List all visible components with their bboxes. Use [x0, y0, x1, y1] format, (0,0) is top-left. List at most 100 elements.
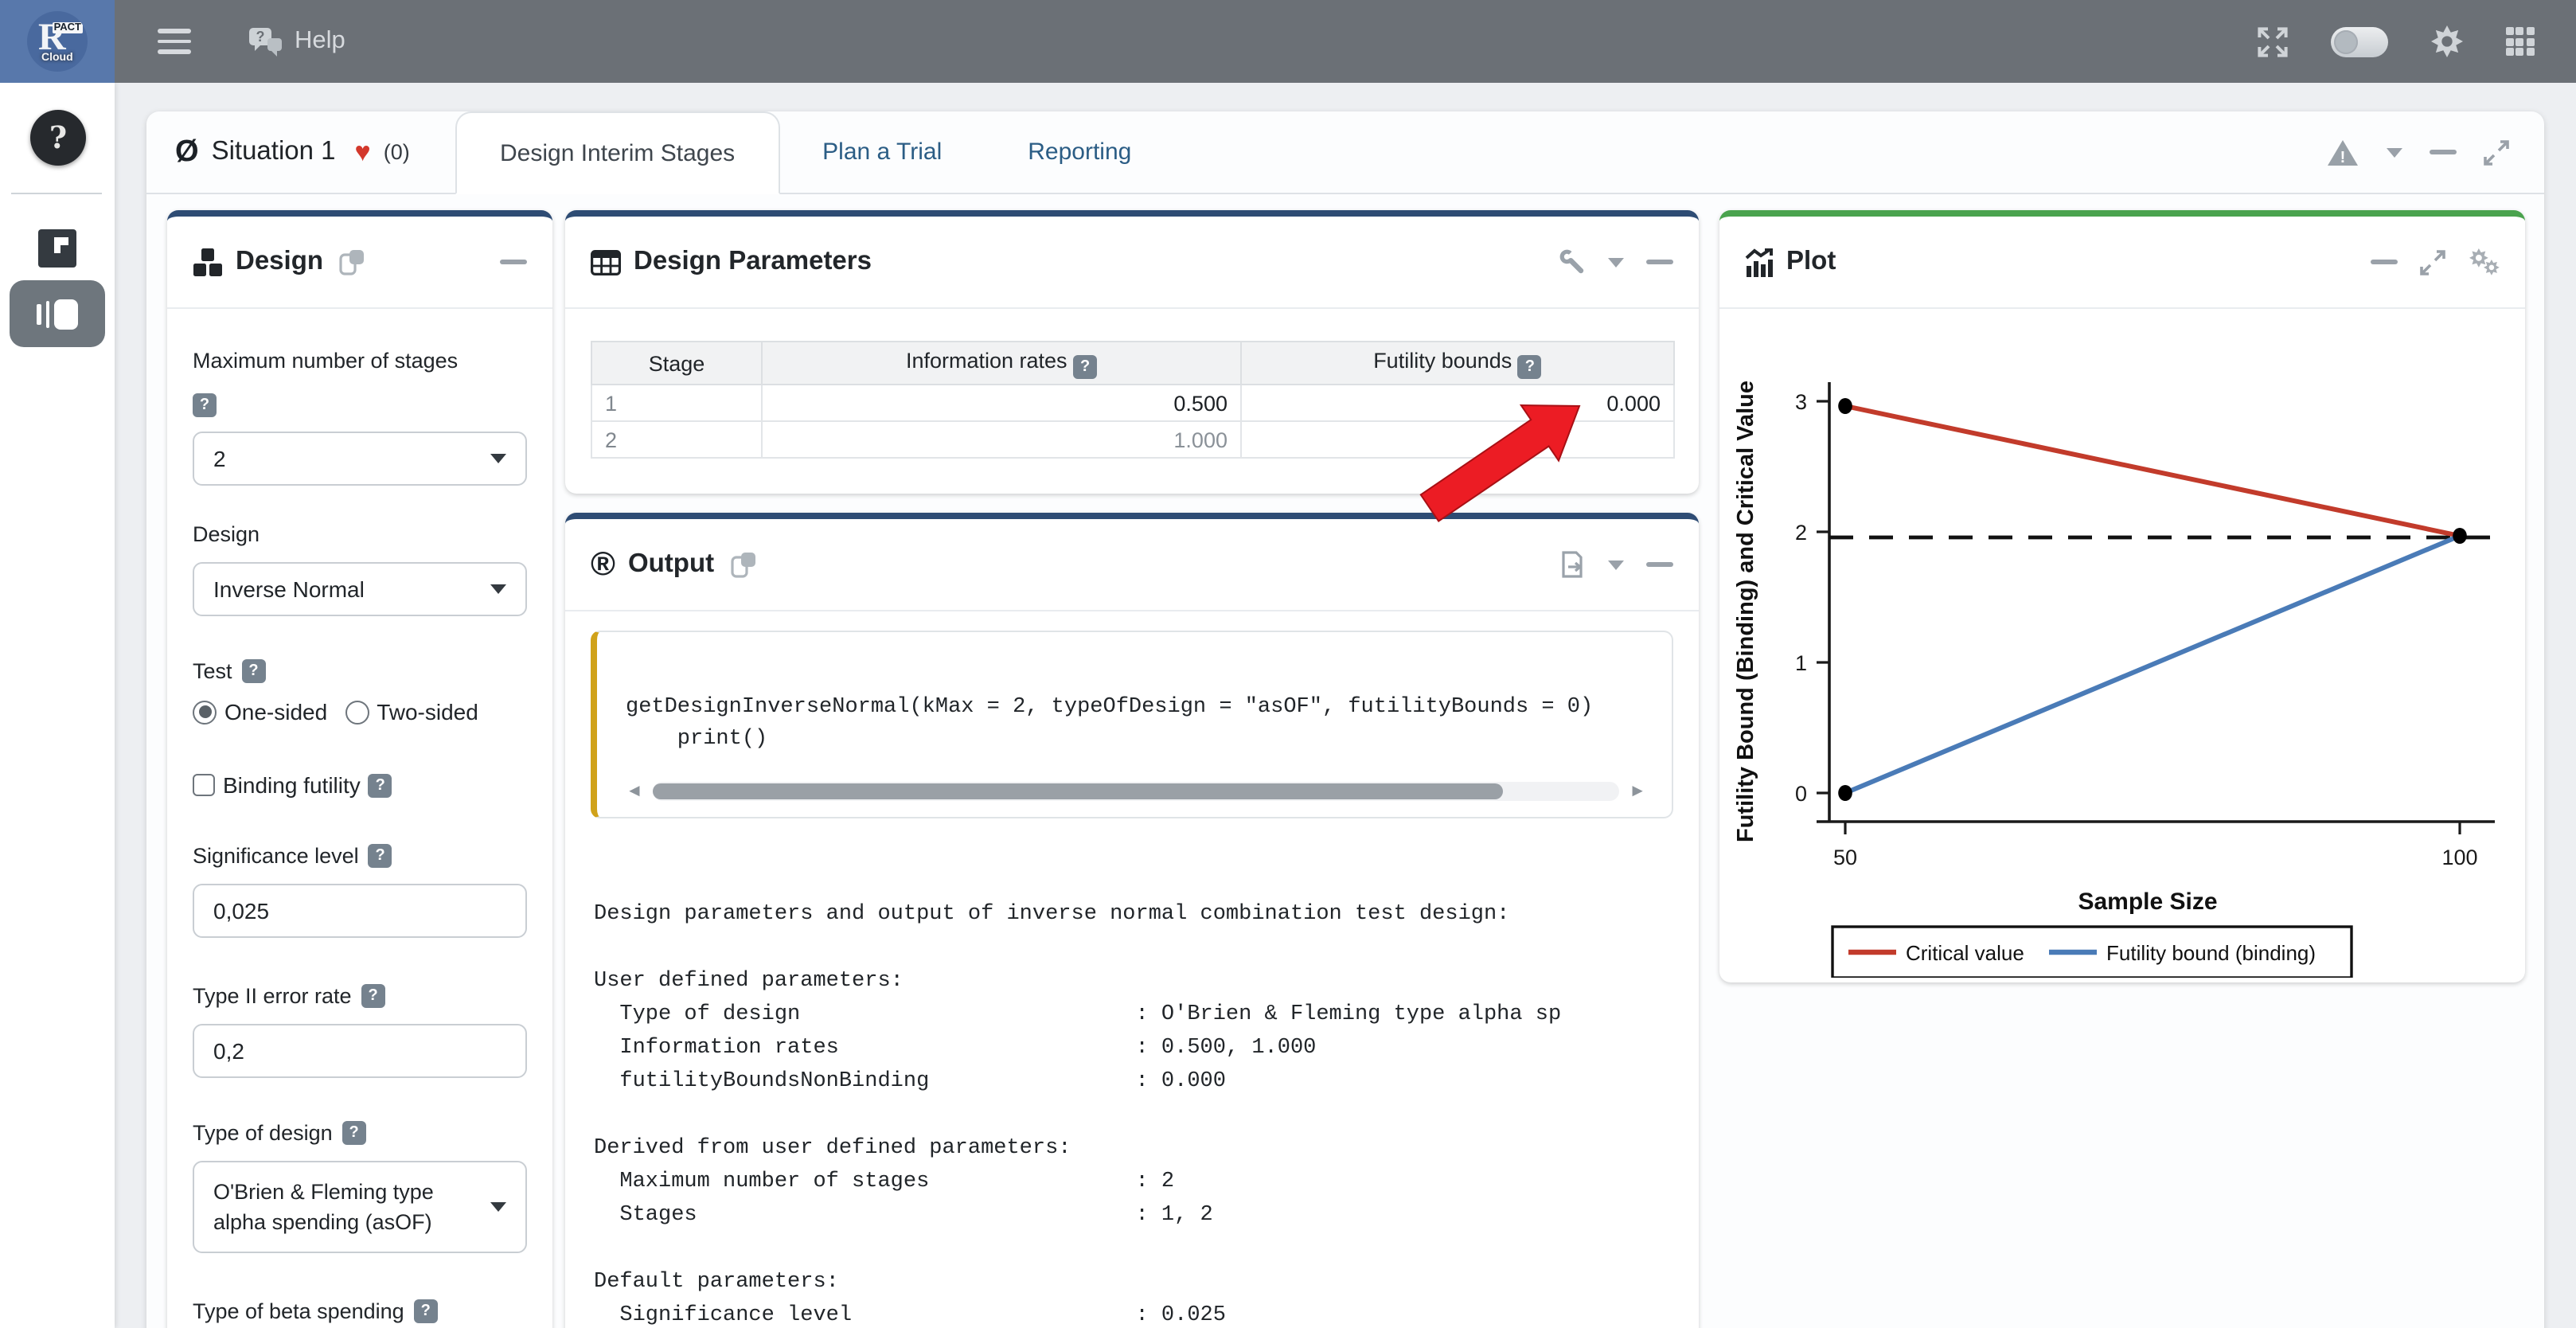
output-card: ® Output [565, 513, 1699, 1328]
plot-card-title: Plot [1786, 247, 1836, 277]
settings-gear-icon[interactable] [2431, 25, 2463, 57]
plot-card-body: Futility Bound (Binding) and Critical Va… [1719, 309, 2525, 986]
collapse-output-button[interactable] [1646, 563, 1673, 567]
chart-legend: Critical value Futility bound (binding) [1832, 927, 2352, 978]
tab-label: Design Interim Stages [500, 139, 735, 166]
scroll-right-icon[interactable]: ► [1629, 782, 1646, 801]
axes-lines [1817, 382, 2495, 822]
y-tick-label: 2 [1795, 521, 1807, 545]
wrench-icon[interactable] [1559, 248, 1586, 275]
design-type-value: Inverse Normal [213, 576, 365, 602]
collapse-panel-button[interactable] [2430, 150, 2457, 154]
tab-plan-a-trial[interactable]: Plan a Trial [779, 111, 985, 193]
copy-icon[interactable] [339, 248, 366, 275]
chart-icon [1745, 248, 1774, 276]
warning-dropdown-caret-icon[interactable] [2387, 147, 2402, 157]
max-stages-help-icon[interactable]: ? [193, 393, 217, 417]
sidebar-item-situations[interactable] [38, 229, 76, 268]
information-rate-cell[interactable]: 0.500 [762, 385, 1241, 421]
x-axis-label: Sample Size [2078, 889, 2217, 915]
binding-futility-checkbox[interactable] [193, 774, 215, 796]
output-text: Design parameters and output of inverse … [594, 898, 1673, 1328]
scroll-left-icon[interactable]: ◄ [626, 782, 643, 801]
design-type-label: Design [193, 521, 527, 548]
critical-value-line [1845, 406, 2460, 536]
topbar-actions [2258, 25, 2576, 57]
futility-bounds-help-icon[interactable]: ? [1518, 354, 1542, 378]
type2-error-label: Type II error rate ? [193, 982, 527, 1010]
collapse-design-button[interactable] [500, 260, 527, 264]
favorite-heart-icon[interactable]: ♥ [355, 136, 371, 168]
scrollbar-thumb[interactable] [653, 783, 1504, 799]
information-rate-cell[interactable]: 1.000 [762, 421, 1241, 458]
collapse-design-parameters-button[interactable] [1646, 260, 1673, 264]
sidebar-item-active-view[interactable] [10, 280, 105, 347]
logo-pact-text: PACT [53, 22, 83, 33]
binding-futility-row: Binding futility ? [193, 772, 527, 798]
tab-reporting[interactable]: Reporting [985, 111, 1174, 193]
situation-panel: Ø Situation 1 ♥ (0) Design Interim Stage… [146, 111, 2544, 1328]
one-sided-radio[interactable] [193, 700, 217, 724]
max-stages-select[interactable]: 2 [193, 432, 527, 486]
scrollbar-track[interactable] [653, 782, 1619, 801]
plot-settings-gears-icon[interactable] [2468, 248, 2500, 276]
cubes-icon [193, 248, 223, 276]
type-of-design-select[interactable]: O'Brien & Fleming type alpha spending (a… [193, 1161, 527, 1253]
situation-tabbar: Ø Situation 1 ♥ (0) Design Interim Stage… [146, 111, 2544, 194]
tab-design-interim-stages[interactable]: Design Interim Stages [455, 111, 779, 194]
tab-label: Reporting [1028, 139, 1131, 166]
significance-help-icon[interactable]: ? [369, 844, 392, 868]
y-tick-label: 1 [1795, 651, 1807, 675]
hamburger-menu-icon[interactable] [158, 23, 191, 61]
r-logo-icon: ® [591, 550, 615, 579]
type2-error-input[interactable]: 0,2 [193, 1024, 527, 1078]
boundaries-chart[interactable]: Futility Bound (Binding) and Critical Va… [1731, 312, 2514, 978]
export-icon[interactable] [1560, 551, 1586, 578]
collapse-plot-button[interactable] [2371, 260, 2398, 264]
panel-icon-square [54, 299, 78, 329]
fullscreen-icon[interactable] [2258, 26, 2288, 57]
beta-spending-label: Type of beta spending ? [193, 1298, 527, 1325]
red-annotation-arrow [1404, 384, 1602, 535]
y-tick-label: 3 [1795, 390, 1807, 414]
binding-futility-label: Binding futility [223, 772, 361, 798]
significance-input[interactable]: 0,025 [193, 884, 527, 938]
test-help-icon[interactable]: ? [242, 659, 266, 683]
design-parameters-header: Design Parameters [565, 217, 1699, 309]
data-point [2453, 528, 2467, 544]
theme-toggle[interactable] [2331, 26, 2388, 57]
y-tick-marks [1817, 401, 1829, 793]
beta-spending-help-icon[interactable]: ? [414, 1299, 438, 1323]
type2-help-icon[interactable]: ? [361, 984, 385, 1008]
binding-futility-help-icon[interactable]: ? [369, 773, 392, 797]
two-sided-radio[interactable] [345, 700, 369, 724]
copy-icon[interactable] [730, 551, 757, 578]
logo-cloud-text: Cloud [41, 53, 73, 64]
help-menu[interactable]: ? Help [248, 26, 345, 57]
test-radio-group: One-sided Two-sided [193, 699, 527, 725]
design-type-select[interactable]: Inverse Normal [193, 562, 527, 616]
brand-logo[interactable]: R PACT Cloud [0, 0, 115, 83]
type-of-design-value: O'Brien & Fleming type alpha spending (a… [213, 1177, 478, 1237]
futility-bounds-column-header: Futility bounds ? [1241, 342, 1674, 385]
code-line: getDesignInverseNormal(kMax = 2, typeOfD… [626, 693, 1646, 725]
one-sided-label: One-sided [224, 699, 327, 725]
table-icon [591, 249, 621, 275]
design-card-header: Design [167, 217, 552, 309]
design-card-title: Design [236, 247, 323, 277]
help-label: Help [295, 27, 345, 56]
information-rates-help-icon[interactable]: ? [1073, 354, 1097, 378]
export-dropdown-caret-icon[interactable] [1608, 560, 1624, 569]
situation-header: Ø Situation 1 ♥ (0) [146, 111, 446, 193]
x-tick-label: 50 [1833, 846, 1857, 869]
wrench-dropdown-caret-icon[interactable] [1608, 257, 1624, 267]
warning-icon[interactable]: ! [2326, 138, 2359, 166]
apps-grid-icon[interactable] [2506, 27, 2535, 56]
expand-panel-icon[interactable] [2484, 139, 2509, 165]
user-avatar[interactable]: ? [30, 110, 86, 166]
table-header-row: Stage Information rates ? Futility bound… [591, 342, 1674, 385]
data-point [1838, 398, 1852, 414]
type-of-design-help-icon[interactable]: ? [342, 1121, 366, 1145]
code-horizontal-scrollbar: ◄ ► [626, 782, 1646, 801]
expand-plot-icon[interactable] [2420, 249, 2445, 275]
